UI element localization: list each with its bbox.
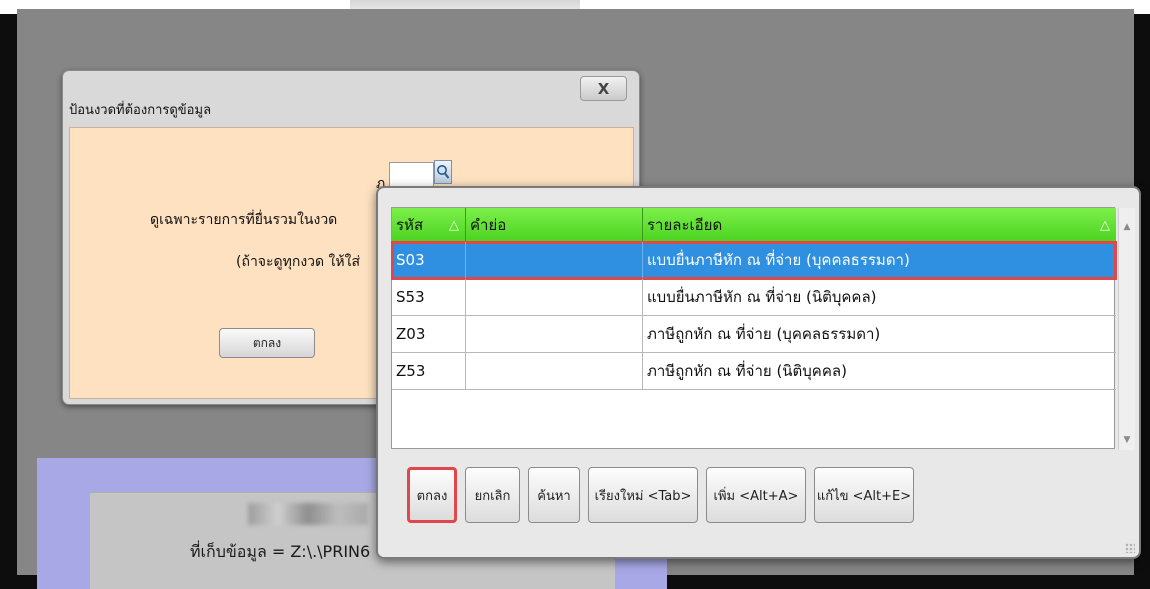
period-search-button[interactable] [434, 160, 452, 184]
period-input[interactable] [389, 162, 434, 189]
grid-header: รหัส △ คำย่อ รายละเอียด △ [392, 208, 1116, 242]
cell-code: Z53 [392, 353, 466, 389]
form-lookup-popup: รหัส △ คำย่อ รายละเอียด △ S03 แบบยื่นภาษ… [376, 186, 1141, 559]
table-row[interactable]: Z03 ภาษีถูกหัก ณ ที่จ่าย (บุคคลธรรมดา) [392, 316, 1116, 353]
table-row[interactable]: S03 แบบยื่นภาษีหัก ณ ที่จ่าย (บุคคลธรรมด… [391, 241, 1117, 280]
column-header-abbr[interactable]: คำย่อ [466, 208, 643, 242]
table-row[interactable]: Z53 ภาษีถูกหัก ณ ที่จ่าย (นิติบุคคล) [392, 353, 1116, 390]
table-row[interactable]: S53 แบบยื่นภาษีหัก ณ ที่จ่าย (นิติบุคคล) [392, 279, 1116, 316]
close-button[interactable]: X [580, 76, 627, 101]
magnifier-icon [437, 165, 450, 179]
lookup-grid: รหัส △ คำย่อ รายละเอียด △ S03 แบบยื่นภาษ… [391, 207, 1135, 450]
lookup-button-bar: ตกลง ยกเลิก ค้นหา เรียงใหม่ <Tab> เพิ่ม … [378, 456, 1138, 556]
cell-abbr [466, 316, 643, 352]
dialog-title: ป้อนงวดที่ต้องการดูข้อมูล [69, 103, 212, 118]
cell-detail: แบบยื่นภาษีหัก ณ ที่จ่าย (บุคคลธรรมดา) [647, 251, 910, 269]
column-header-abbr-label: คำย่อ [470, 216, 507, 234]
column-header-detail[interactable]: รายละเอียด △ [643, 208, 1116, 242]
blurred-company-name [248, 503, 368, 525]
ok-button[interactable]: ตกลง [407, 467, 457, 523]
storage-path-text: ที่เก็บข้อมูล = Z:\.\PRIN6 [190, 542, 371, 561]
add-button[interactable]: เพิ่ม <Alt+A> [706, 467, 806, 523]
cancel-button[interactable]: ยกเลิก [465, 467, 520, 523]
cell-detail: ภาษีถูกหัก ณ ที่จ่าย (บุคคลธรรมดา) [647, 325, 881, 343]
sort-ascending-icon: △ [449, 217, 459, 233]
column-header-code-label: รหัส [396, 216, 424, 234]
cell-abbr [466, 353, 643, 389]
scroll-up-icon[interactable]: ▲ [1119, 218, 1135, 236]
cell-code: S53 [392, 279, 466, 315]
scroll-down-icon[interactable]: ▼ [1119, 431, 1135, 449]
column-header-code[interactable]: รหัส △ [392, 208, 466, 242]
cell-code: Z03 [392, 316, 466, 352]
cell-detail: แบบยื่นภาษีหัก ณ ที่จ่าย (นิติบุคคล) [647, 288, 877, 306]
combined-filing-label: ดูเฉพาะรายการที่ยื่นรวมในงวด [150, 212, 338, 228]
cell-abbr [466, 279, 643, 315]
search-button[interactable]: ค้นหา [528, 467, 580, 523]
reorder-button[interactable]: เรียงใหม่ <Tab> [588, 467, 698, 523]
column-header-detail-label: รายละเอียด [647, 216, 723, 234]
cell-detail: ภาษีถูกหัก ณ ที่จ่าย (นิติบุคคล) [647, 362, 847, 380]
all-periods-hint: (ถ้าจะดูทุกงวด ให้ใส่ [236, 254, 361, 270]
edit-button[interactable]: แก้ไข <Alt+E> [814, 467, 914, 523]
dialog-ok-button[interactable]: ตกลง [219, 328, 315, 358]
cell-code: S03 [392, 242, 466, 278]
cell-abbr [466, 242, 643, 278]
sort-ascending-icon: △ [1100, 217, 1110, 233]
resize-grip-icon[interactable] [1125, 543, 1135, 553]
vertical-scrollbar[interactable]: ▲ ▼ [1118, 208, 1135, 450]
